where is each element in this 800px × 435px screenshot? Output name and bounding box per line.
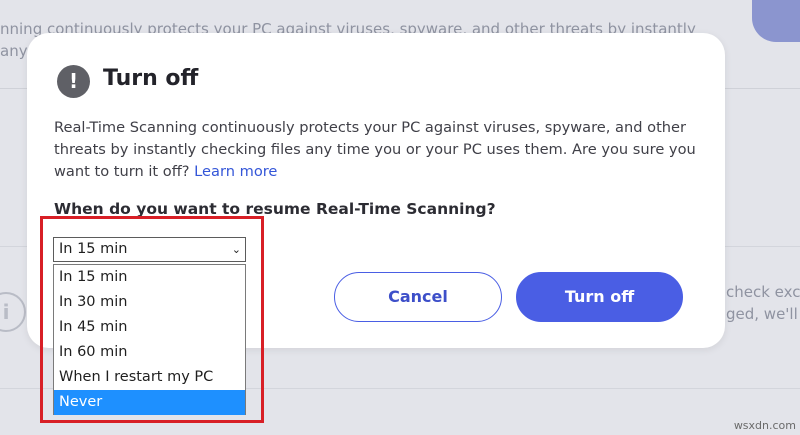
turn-off-button[interactable]: Turn off — [516, 272, 683, 322]
background-side-text: ged, we'll — [726, 305, 798, 323]
dialog-description: Real-Time Scanning continuously protects… — [54, 117, 704, 183]
dialog-title: Turn off — [103, 66, 199, 91]
background-button — [752, 0, 800, 42]
exclamation-icon: ! — [57, 65, 90, 98]
cancel-button[interactable]: Cancel — [334, 272, 502, 322]
watermark: wsxdn.com — [733, 419, 796, 432]
background-side-text: check exclu — [726, 283, 800, 301]
info-icon: i — [0, 292, 26, 332]
description-text: Real-Time Scanning continuously protects… — [54, 119, 696, 180]
learn-more-link[interactable]: Learn more — [194, 163, 277, 180]
annotation-highlight-box — [40, 216, 264, 423]
